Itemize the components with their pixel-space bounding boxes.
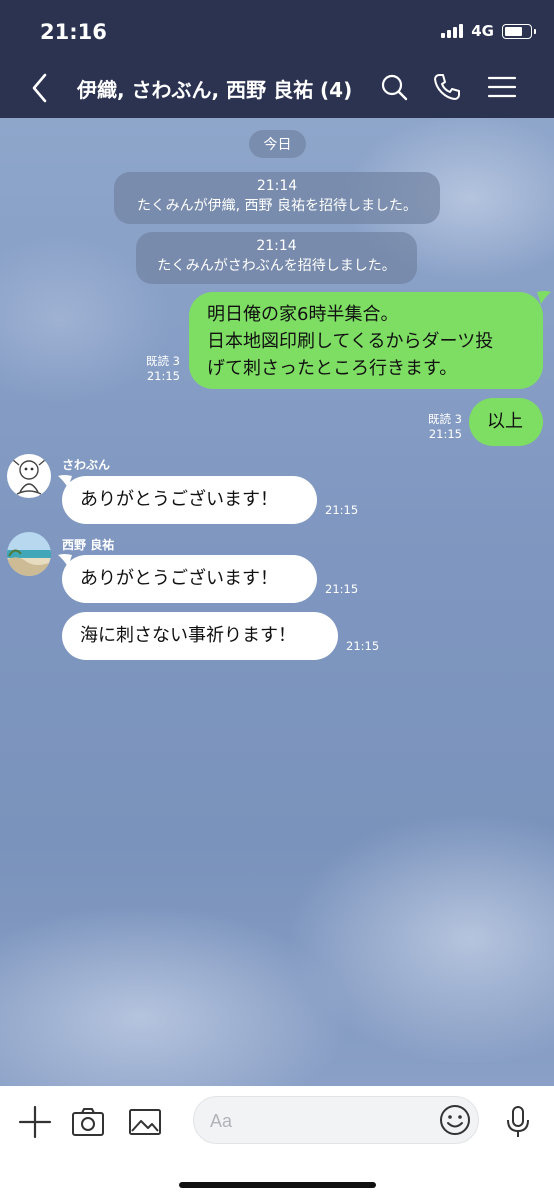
message-text: 海に刺さない事祈ります！ <box>80 625 296 646</box>
message-line: 以上 <box>487 411 523 432</box>
home-indicator <box>179 1182 376 1188</box>
message-time: 21:15 <box>428 427 462 441</box>
sender-name: さわぶん <box>62 458 111 472</box>
search-icon[interactable] <box>377 70 411 104</box>
microphone-icon[interactable] <box>500 1104 536 1140</box>
message-time: 21:15 <box>325 503 359 517</box>
message-time: 21:15 <box>146 369 180 383</box>
signal-icon <box>441 24 464 38</box>
message-bubble-incoming[interactable]: ありがとうございます！ <box>62 476 317 524</box>
message-line: 明日俺の家6時半集合。 <box>207 304 399 325</box>
system-message-text: たくみんがさわぶんを招待しました。 <box>157 258 396 274</box>
message-meta: 既読 3 21:15 <box>130 354 180 384</box>
camera-icon[interactable] <box>70 1104 106 1140</box>
message-line: 日本地図印刷してくるからダーツ投 <box>207 331 494 352</box>
message-input[interactable] <box>210 1108 420 1134</box>
avatar-drawing <box>7 532 51 576</box>
message-time: 21:15 <box>346 639 380 653</box>
chat-area[interactable]: 今日 21:14 たくみんが伊織, 西野 良祐を招待しました。 21:14 たく… <box>0 118 554 1086</box>
sender-name: 西野 良祐 <box>62 538 115 552</box>
top-bar: 21:16 4G 伊織, さわぶん, 西野 良祐 (4) <box>0 0 554 118</box>
emoji-icon[interactable] <box>438 1103 472 1137</box>
system-message: 21:14 たくみんがさわぶんを招待しました。 <box>136 232 417 284</box>
network-type: 4G <box>471 22 494 40</box>
chevron-left-icon[interactable] <box>26 70 54 106</box>
message-text: ありがとうございます！ <box>80 489 278 510</box>
message-bubble-incoming[interactable]: ありがとうございます！ <box>62 555 317 603</box>
system-message-text: たくみんが伊織, 西野 良祐を招待しました。 <box>137 198 417 214</box>
message-bubble-incoming[interactable]: 海に刺さない事祈ります！ <box>62 612 338 660</box>
read-receipt: 既読 3 <box>146 354 180 368</box>
avatar[interactable] <box>7 532 51 576</box>
avatar[interactable] <box>7 454 51 498</box>
chat-title[interactable]: 伊織, さわぶん, 西野 良祐 (4) <box>77 74 352 103</box>
read-receipt: 既読 3 <box>428 412 462 426</box>
avatar-drawing <box>12 459 46 495</box>
battery-icon <box>502 23 536 39</box>
system-message-time: 21:14 <box>256 178 298 194</box>
date-divider: 今日 <box>249 130 306 158</box>
image-icon[interactable] <box>127 1104 163 1140</box>
system-message: 21:14 たくみんが伊織, 西野 良祐を招待しました。 <box>114 172 440 224</box>
menu-icon[interactable] <box>485 70 519 104</box>
message-meta: 既読 3 21:15 <box>410 412 462 442</box>
plus-icon[interactable] <box>17 1104 53 1140</box>
message-bubble-outgoing[interactable]: 明日俺の家6時半集合。 日本地図印刷してくるからダーツ投 げて刺さったところ行き… <box>189 292 543 389</box>
bubble-tail <box>537 291 551 304</box>
status-time: 21:16 <box>40 20 107 44</box>
message-input-box[interactable] <box>193 1096 479 1144</box>
message-line: げて刺さったところ行きます。 <box>207 358 458 379</box>
phone-icon[interactable] <box>430 70 464 104</box>
status-indicators: 4G <box>441 22 536 40</box>
message-text: ありがとうございます！ <box>80 568 278 589</box>
message-bubble-outgoing[interactable]: 以上 <box>469 398 543 446</box>
message-time: 21:15 <box>325 582 359 596</box>
system-message-time: 21:14 <box>256 238 297 254</box>
